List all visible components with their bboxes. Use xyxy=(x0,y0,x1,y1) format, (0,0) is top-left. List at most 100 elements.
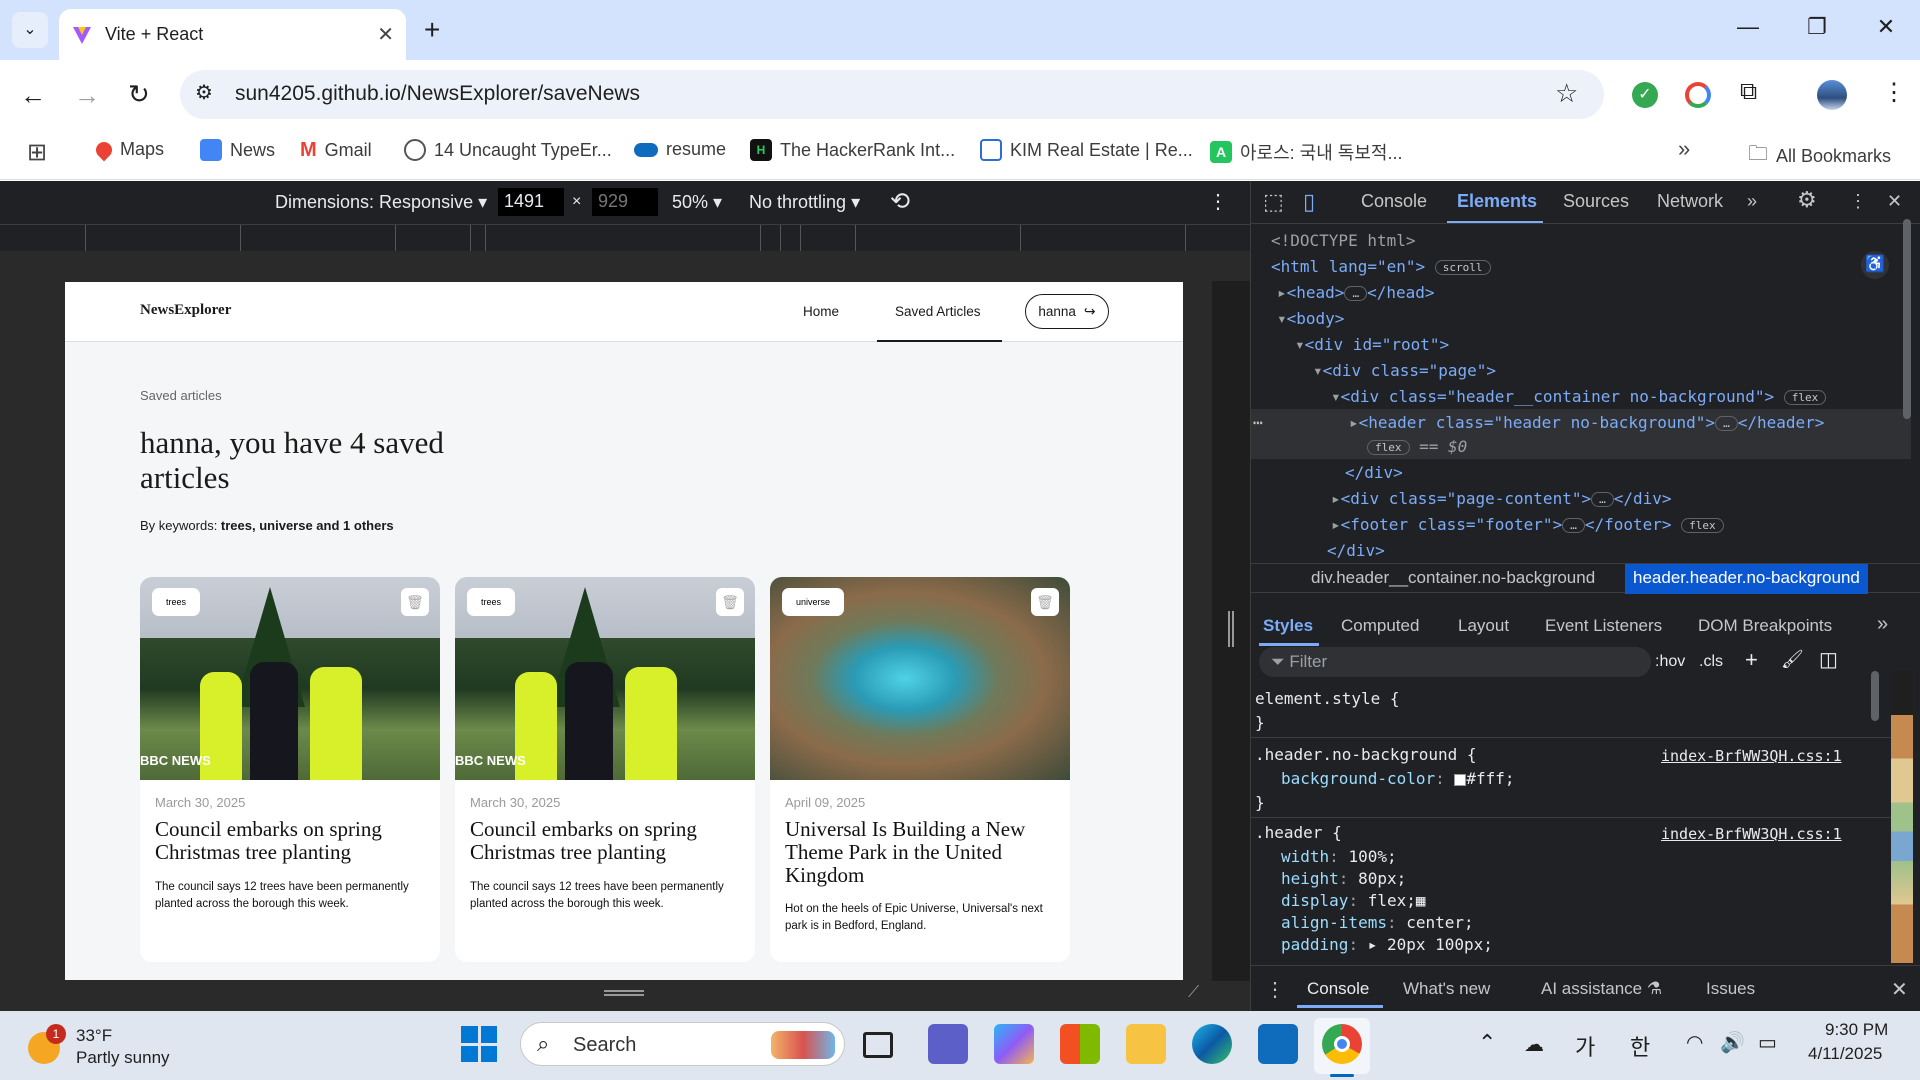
bookmark-typeerror[interactable]: 14 Uncaught TypeEr... xyxy=(404,139,612,161)
taskbar-search-box[interactable]: ⌕ Search xyxy=(520,1022,845,1066)
more-bookmarks-chevron-icon[interactable]: » xyxy=(1678,136,1690,162)
article-card[interactable]: universe 🗑 April 09, 2025 Universal Is B… xyxy=(770,577,1070,962)
subtab-computed[interactable]: Computed xyxy=(1341,616,1419,636)
bookmark-news[interactable]: News xyxy=(200,139,275,161)
devtools-menu-icon[interactable]: ⋮ xyxy=(1849,191,1867,212)
dom-header[interactable]: ▸<header class="header no-background">… <… xyxy=(1349,413,1824,432)
subtab-dom-breakpoints[interactable]: DOM Breakpoints xyxy=(1698,616,1832,636)
subtab-styles[interactable]: Styles xyxy=(1263,616,1313,636)
reload-icon[interactable]: ↻ xyxy=(128,79,150,110)
bookmark-star-icon[interactable]: ☆ xyxy=(1555,78,1578,109)
new-rule-plus-icon[interactable]: + xyxy=(1745,647,1758,673)
outlook-icon[interactable] xyxy=(1258,1024,1298,1064)
tab-sources[interactable]: Sources xyxy=(1563,191,1629,212)
color-swatch[interactable] xyxy=(1454,773,1467,786)
teams-icon[interactable] xyxy=(928,1024,968,1064)
drawer-tab-ai-assistance[interactable]: AI assistance ⚗ xyxy=(1541,979,1662,999)
rule2-source-link[interactable]: index-BrfWW3QH.css:1 xyxy=(1661,825,1842,843)
breadcrumb-item-active[interactable]: header.header.no-background xyxy=(1625,564,1868,594)
drawer-tab-whats-new[interactable]: What's new xyxy=(1403,979,1490,999)
battery-icon[interactable]: ▭ xyxy=(1758,1030,1777,1055)
rule2-declaration[interactable]: height: 80px; xyxy=(1281,869,1406,888)
ime-mode-indicator[interactable]: 가 xyxy=(1575,1030,1595,1062)
dom-html[interactable]: <html lang="en"> scroll xyxy=(1271,257,1491,276)
rule2-selector[interactable]: .header { xyxy=(1255,823,1342,842)
restore-button[interactable]: ❐ xyxy=(1797,14,1837,40)
dom-root[interactable]: ▾<div id="root"> xyxy=(1295,335,1449,354)
sidebar-toggle-icon[interactable]: ◫ xyxy=(1819,647,1838,672)
device-toolbar-menu-icon[interactable]: ⋮ xyxy=(1208,189,1228,214)
cls-toggle[interactable]: .cls xyxy=(1699,653,1723,671)
tab-close-icon[interactable]: ✕ xyxy=(377,22,394,47)
browser-tab[interactable]: Vite + React ✕ xyxy=(59,9,406,60)
device-toggle-icon[interactable]: ▯ xyxy=(1303,189,1315,215)
drawer-tab-console[interactable]: Console xyxy=(1307,979,1369,999)
rule1-declaration[interactable]: background-color: #fff; xyxy=(1281,769,1515,788)
tab-list-button[interactable]: ⌄ xyxy=(12,12,48,48)
inspect-element-icon[interactable]: ⬚ xyxy=(1263,189,1284,215)
dimensions-dropdown[interactable]: Dimensions: Responsive ▾ xyxy=(275,192,487,213)
styles-scrollbar[interactable] xyxy=(1871,671,1879,721)
dom-doctype[interactable]: <!DOCTYPE html> xyxy=(1271,231,1416,250)
dom-page-close[interactable]: </div> xyxy=(1327,541,1385,560)
resize-handle-right[interactable] xyxy=(1228,611,1234,647)
bookmark-gmail[interactable]: M Gmail xyxy=(300,139,372,162)
clock-date[interactable]: 4/11/2025 xyxy=(1808,1044,1882,1064)
breadcrumb-item[interactable]: div.header__container.no-background xyxy=(1311,568,1595,588)
file-explorer-icon[interactable] xyxy=(1126,1024,1166,1064)
close-window-button[interactable]: ✕ xyxy=(1866,14,1906,40)
more-subtabs-chevron-icon[interactable]: » xyxy=(1877,613,1888,636)
onedrive-tray-icon[interactable]: ☁ xyxy=(1524,1032,1544,1057)
article-card[interactable]: trees 🗑 BBC NEWS March 30, 2025 Council … xyxy=(140,577,440,962)
hov-toggle[interactable]: :hov xyxy=(1655,653,1685,671)
wifi-icon[interactable]: ◠ xyxy=(1686,1030,1703,1055)
element-style-rule[interactable]: element.style { xyxy=(1255,689,1400,708)
resize-handle-bottom[interactable] xyxy=(604,990,644,996)
tray-chevron-icon[interactable]: ⌃ xyxy=(1478,1030,1496,1056)
google-extension-icon[interactable] xyxy=(1685,82,1711,108)
subtab-event-listeners[interactable]: Event Listeners xyxy=(1545,616,1662,636)
copilot-icon[interactable] xyxy=(994,1024,1034,1064)
styles-filter-input[interactable]: ⏷ Filter xyxy=(1259,647,1651,677)
bookmark-kim-real-estate[interactable]: KIM Real Estate | Re... xyxy=(980,139,1193,161)
paint-brush-icon[interactable]: 🖌 xyxy=(1781,649,1804,670)
more-tabs-chevron-icon[interactable]: » xyxy=(1747,191,1757,212)
dom-page-content[interactable]: ▸<div class="page-content">… </div> xyxy=(1331,489,1672,508)
apps-grid-icon[interactable]: ⊞ xyxy=(27,138,47,167)
drawer-close-icon[interactable]: ✕ xyxy=(1891,977,1908,1002)
start-windows-icon[interactable] xyxy=(459,1024,499,1064)
trash-icon[interactable]: 🗑 xyxy=(716,588,744,616)
back-arrow-icon[interactable]: ← xyxy=(20,80,46,111)
article-card[interactable]: trees 🗑 BBC NEWS March 30, 2025 Council … xyxy=(455,577,755,962)
rule1-selector[interactable]: .header.no-background { xyxy=(1255,745,1477,764)
dom-head[interactable]: ▸<head>… </head> xyxy=(1277,283,1435,302)
dom-row-menu-icon[interactable]: ⋯ xyxy=(1253,413,1263,432)
chrome-icon[interactable] xyxy=(1322,1024,1362,1064)
site-logo[interactable]: NewsExplorer xyxy=(140,302,231,319)
dom-div-close[interactable]: </div> xyxy=(1345,463,1403,482)
nav-saved-articles[interactable]: Saved Articles xyxy=(895,304,981,319)
throttling-dropdown[interactable]: No throttling ▾ xyxy=(749,192,860,213)
minimize-button[interactable]: — xyxy=(1728,14,1768,40)
flex-editor-icon[interactable]: ▦ xyxy=(1416,891,1426,910)
bookmark-hackerrank[interactable]: H The HackerRank Int... xyxy=(750,139,955,161)
task-view-icon[interactable] xyxy=(863,1032,893,1058)
bookmark-maps[interactable]: Maps xyxy=(92,138,164,161)
devtools-close-icon[interactable]: ✕ xyxy=(1887,191,1902,212)
trash-icon[interactable]: 🗑 xyxy=(1031,588,1059,616)
dom-scrollbar[interactable] xyxy=(1903,219,1911,419)
dom-footer[interactable]: ▸<footer class="footer">… </footer> flex xyxy=(1331,515,1724,534)
extensions-puzzle-icon[interactable]: ⧉ xyxy=(1740,78,1757,106)
new-tab-button[interactable]: + xyxy=(424,14,440,46)
forward-arrow-icon[interactable]: → xyxy=(74,80,100,111)
subtab-layout[interactable]: Layout xyxy=(1458,616,1509,636)
rule1-source-link[interactable]: index-BrfWW3QH.css:1 xyxy=(1661,747,1842,765)
resize-corner-icon[interactable]: ⟋ xyxy=(1188,984,1199,1002)
url-text[interactable]: sun4205.github.io/NewsExplorer/saveNews xyxy=(235,82,640,106)
dom-header-container[interactable]: ▾<div class="header__container no-backgr… xyxy=(1331,387,1827,406)
drawer-menu-icon[interactable]: ⋮ xyxy=(1265,977,1285,1002)
rule2-declaration[interactable]: padding: ▸ 20px 100px; xyxy=(1281,935,1493,954)
edge-icon[interactable] xyxy=(1192,1024,1232,1064)
site-info-icon[interactable]: ⚙ xyxy=(195,80,213,105)
dom-page[interactable]: ▾<div class="page"> xyxy=(1313,361,1496,380)
